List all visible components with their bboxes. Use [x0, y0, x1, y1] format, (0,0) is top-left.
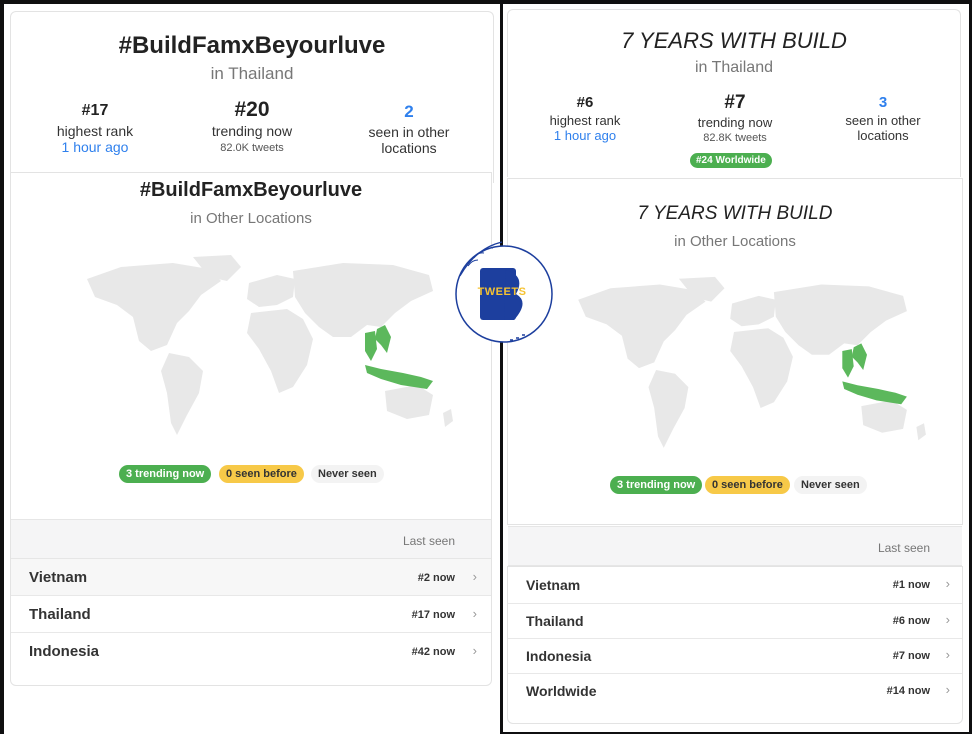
indonesia-region	[365, 365, 433, 389]
other-locations-subtitle: in Other Locations	[190, 210, 312, 227]
location-rank: #7 now	[892, 650, 930, 662]
new-zealand	[916, 423, 926, 441]
stat-value: #20	[234, 98, 270, 121]
location-row-indonesia[interactable]: Indonesia #7 now ›	[508, 639, 962, 674]
south-america	[648, 370, 689, 448]
legend-never-seen: Never seen	[794, 476, 867, 494]
chevron-right-icon: ›	[945, 647, 950, 662]
trend-location: in Thailand	[210, 64, 294, 83]
location-name: Worldwide	[526, 683, 597, 699]
stat-time[interactable]: 1 hour ago	[530, 128, 640, 143]
stat-tweet-count: 82.8K tweets	[703, 132, 767, 144]
location-rank: #42 now	[411, 646, 455, 658]
north-america	[578, 284, 706, 369]
build-tweets-logo: TWEETS	[446, 236, 558, 348]
thailand-region	[842, 349, 854, 378]
right-other-locations-card: 7 YEARS WITH BUILD in Other Locations 3 …	[507, 178, 963, 525]
north-america	[87, 263, 221, 351]
legend-trending-now: 3 trending now	[119, 465, 212, 483]
stat-trending-now: #20 trending now 82.0K tweets	[191, 98, 313, 154]
logo-wordmark: TWEETS	[477, 286, 527, 298]
stat-value: #7	[724, 92, 746, 113]
europe	[730, 295, 776, 327]
trend-location: in Thailand	[695, 59, 773, 76]
chevron-right-icon: ›	[472, 606, 477, 621]
stat-value[interactable]: 2	[349, 102, 469, 122]
stat-tweet-count: 82.0K tweets	[220, 142, 284, 154]
legend-seen-before: 0 seen before	[705, 476, 790, 494]
south-america	[161, 353, 203, 435]
stat-label: seen in other locations	[368, 124, 450, 156]
right-location-list: Vietnam #1 now › Thailand #6 now › Indon…	[507, 566, 963, 724]
trend-title: 7 YEARS WITH BUILD	[621, 28, 847, 53]
africa	[247, 309, 313, 393]
legend-never-seen: Never seen	[311, 465, 384, 483]
left-panel-footer	[4, 692, 500, 734]
location-row-vietnam[interactable]: Vietnam #2 now ›	[11, 559, 491, 596]
stat-label: seen in other locations	[845, 113, 921, 143]
other-locations-title: 7 YEARS WITH BUILD	[637, 203, 833, 224]
indonesia-region	[842, 381, 907, 405]
location-row-worldwide[interactable]: Worldwide #14 now ›	[508, 674, 962, 709]
world-map	[578, 276, 926, 448]
left-other-locations-card: #BuildFamxBeyourluve in Other Locations …	[10, 172, 492, 686]
location-name: Vietnam	[29, 569, 88, 586]
thailand-region	[365, 331, 377, 361]
stat-label: highest rank	[56, 123, 134, 139]
vietnam-region	[375, 325, 391, 353]
last-seen-header: Last seen	[508, 526, 962, 566]
location-row-thailand[interactable]: Thailand #17 now ›	[11, 596, 491, 633]
last-seen-label: Last seen	[877, 541, 930, 555]
legend-seen-before: 0 seen before	[219, 465, 304, 483]
last-seen-header: Last seen	[11, 519, 491, 559]
location-row-vietnam[interactable]: Vietnam #1 now ›	[508, 567, 962, 604]
last-seen-label: Last seen	[402, 534, 455, 548]
location-rank: #6 now	[892, 615, 930, 627]
stat-other-locations[interactable]: 2 seen in other locations	[349, 102, 469, 156]
location-name: Vietnam	[526, 577, 581, 593]
stat-label: trending now	[697, 115, 773, 130]
legend-trending-now: 3 trending now	[610, 476, 703, 494]
stat-value: #17	[81, 102, 109, 119]
new-zealand	[443, 409, 453, 427]
chevron-right-icon: ›	[945, 612, 950, 627]
stat-value[interactable]: 3	[826, 94, 940, 111]
stat-highest-rank: #17 highest rank 1 hour ago	[35, 102, 155, 155]
location-rank: #17 now	[411, 609, 455, 621]
stat-label: trending now	[211, 123, 293, 139]
asia	[773, 284, 907, 355]
stat-value: #6	[576, 94, 594, 111]
world-map	[87, 255, 453, 435]
location-rank: #1 now	[892, 579, 930, 591]
location-rank: #2 now	[417, 572, 455, 584]
africa	[730, 328, 793, 408]
chevron-right-icon: ›	[945, 682, 950, 697]
left-trend-summary-card: #BuildFamxBeyourluve in Thailand #17 hig…	[10, 11, 494, 183]
stat-time[interactable]: 1 hour ago	[35, 139, 155, 155]
location-name: Indonesia	[29, 643, 100, 660]
right-trend-summary-card: 7 YEARS WITH BUILD in Thailand #6 highes…	[507, 9, 961, 177]
stat-highest-rank: #6 highest rank 1 hour ago	[530, 94, 640, 143]
vietnam-region	[851, 343, 867, 370]
location-name: Thailand	[29, 606, 91, 623]
asia	[293, 263, 433, 337]
location-name: Thailand	[526, 613, 584, 629]
trend-title: #BuildFamxBeyourluve	[118, 32, 386, 59]
chevron-right-icon: ›	[945, 576, 950, 591]
stat-label: highest rank	[549, 113, 621, 128]
australia	[861, 400, 907, 433]
other-locations-title: #BuildFamxBeyourluve	[139, 179, 363, 201]
australia	[385, 385, 433, 419]
worldwide-rank-badge[interactable]: #24 Worldwide	[690, 153, 772, 168]
stat-other-locations[interactable]: 3 seen in other locations	[826, 94, 940, 143]
location-rank: #14 now	[886, 685, 930, 697]
location-row-indonesia[interactable]: Indonesia #42 now ›	[11, 633, 491, 670]
stat-trending-now: #7 trending now 82.8K tweets	[678, 92, 792, 144]
chevron-right-icon: ›	[472, 643, 477, 658]
location-row-thailand[interactable]: Thailand #6 now ›	[508, 604, 962, 639]
location-name: Indonesia	[526, 648, 592, 664]
chevron-right-icon: ›	[472, 569, 477, 584]
other-locations-subtitle: in Other Locations	[674, 233, 796, 250]
europe	[247, 275, 295, 307]
